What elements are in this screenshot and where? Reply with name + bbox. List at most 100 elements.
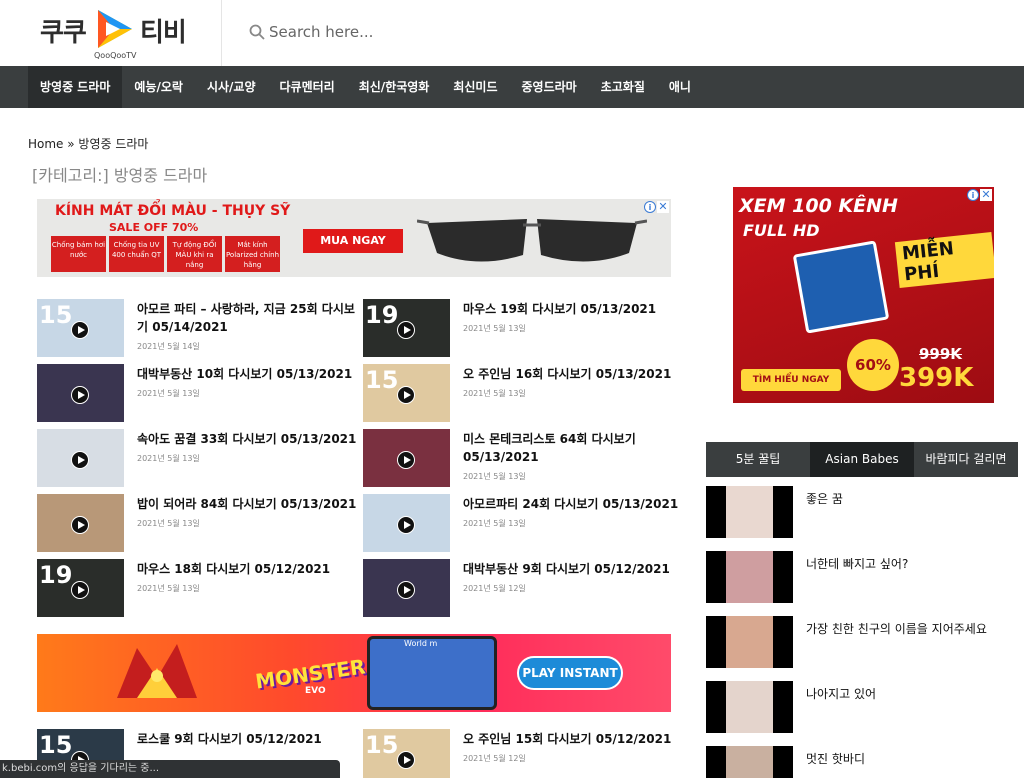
post-item[interactable]: 15 오 주인님 15회 다시보기 05/12/2021 2021년 5월 12… (363, 729, 683, 778)
post-item[interactable]: 15 오 주인님 16회 다시보기 05/13/2021 2021년 5월 13… (363, 364, 683, 432)
sidebar-photo (726, 486, 773, 538)
post-thumbnail: 19 (37, 559, 124, 617)
nav-item-chinese-drama[interactable]: 중영드라마 (510, 66, 589, 108)
play-icon (397, 581, 415, 599)
post-item[interactable]: 속아도 꿈결 33회 다시보기 05/13/2021 2021년 5월 13일 (37, 429, 357, 497)
post-title[interactable]: 마우스 18회 다시보기 05/12/2021 (137, 560, 357, 578)
ad-glasses-sale: SALE OFF 70% (109, 221, 199, 234)
site-logo[interactable]: 쿠쿠 티비 QooQooTV (0, 0, 222, 66)
play-icon (397, 321, 415, 339)
nav-item-documentary[interactable]: 다큐멘터리 (268, 66, 347, 108)
thumbnail-badge: 15 (365, 366, 399, 394)
sidebar-item-title[interactable]: 가장 친한 친구의 이름을 지어주세요 (806, 620, 987, 637)
sidebar-item-title[interactable]: 너한테 빠지고 싶어? (806, 555, 908, 572)
logo-subtitle: QooQooTV (94, 51, 137, 60)
ad-banner-tv[interactable]: XEM 100 KÊNH FULL HD MIỄN PHÍ 60% 999K 3… (733, 187, 994, 403)
ad-glasses-feature: Chống bám hơi nước (51, 236, 106, 272)
tab-asian-babes[interactable]: Asian Babes (810, 442, 914, 477)
post-item[interactable]: 15 아모르 파티 – 사랑하라, 지금 25회 다시보기 05/14/2021… (37, 299, 357, 367)
post-item[interactable]: 대박부동산 9회 다시보기 05/12/2021 2021년 5월 12일 (363, 559, 683, 627)
ad-banner-glasses[interactable]: KÍNH MÁT ĐỔI MÀU - THỤY SỸ SALE OFF 70% … (37, 199, 671, 277)
post-item[interactable]: 대박부동산 10회 다시보기 05/13/2021 2021년 5월 13일 (37, 364, 357, 432)
play-icon (397, 751, 415, 769)
post-date: 2021년 5월 12일 (463, 584, 526, 593)
post-title[interactable]: 아모르파티 24회 다시보기 05/13/2021 (463, 495, 683, 513)
sidebar-thumbnail (706, 486, 793, 538)
post-date: 2021년 5월 13일 (463, 519, 526, 528)
post-date: 2021년 5월 13일 (463, 324, 526, 333)
logo-text-left: 쿠쿠 (40, 18, 87, 48)
logo-text-right: 티비 (140, 18, 187, 48)
nav-item-variety[interactable]: 예능/오락 (122, 66, 195, 108)
sidebar-item-title[interactable]: 멋진 핫바디 (806, 750, 865, 767)
breadcrumb-home[interactable]: Home (28, 137, 63, 151)
post-date: 2021년 5월 13일 (137, 454, 200, 463)
post-title[interactable]: 대박부동산 9회 다시보기 05/12/2021 (463, 560, 683, 578)
nav-item-us-drama[interactable]: 최신미드 (441, 66, 509, 108)
nav-item-current-affairs[interactable]: 시사/교양 (195, 66, 268, 108)
post-date: 2021년 5월 12일 (463, 754, 526, 763)
post-item[interactable]: 미스 몬테크리스토 64회 다시보기 05/13/2021 2021년 5월 1… (363, 429, 683, 497)
post-item[interactable]: 아모르파티 24회 다시보기 05/13/2021 2021년 5월 13일 (363, 494, 683, 562)
post-title[interactable]: 로스쿨 9회 다시보기 05/12/2021 (137, 730, 357, 748)
ad-tv-learn-more-button[interactable]: TÌM HIỂU NGAY (741, 369, 841, 391)
post-item[interactable]: 19 마우스 19회 다시보기 05/13/2021 2021년 5월 13일 (363, 299, 683, 367)
nav-item-anime[interactable]: 애니 (657, 66, 703, 108)
ad-tv-line1: XEM 100 KÊNH (739, 195, 898, 217)
post-item[interactable]: 19 마우스 18회 다시보기 05/12/2021 2021년 5월 13일 (37, 559, 357, 627)
sidebar-item-title[interactable]: 좋은 꿈 (806, 490, 843, 507)
thumbnail-badge: 19 (365, 301, 399, 329)
sidebar-list-item[interactable]: 좋은 꿈 (706, 486, 1006, 538)
post-title[interactable]: 밥이 되어라 84회 다시보기 05/13/2021 (137, 495, 357, 513)
post-title[interactable]: 미스 몬테크리스토 64회 다시보기 05/13/2021 (463, 430, 683, 466)
ad-glasses-features: Chống bám hơi nước Chống tia UV 400 chuẩ… (51, 236, 280, 272)
play-icon (397, 516, 415, 534)
ad-tv-free: MIỄN PHÍ (894, 232, 994, 288)
ad-info-icon[interactable]: i (644, 201, 656, 213)
ad-info-icon[interactable]: i (967, 189, 979, 201)
search-input[interactable] (269, 16, 769, 48)
nav-item-airing-drama[interactable]: 방영중 드라마 (28, 66, 123, 108)
ad-monster-play-button[interactable]: PLAY INSTANT (517, 656, 623, 690)
post-title[interactable]: 속아도 꿈결 33회 다시보기 05/13/2021 (137, 430, 357, 448)
post-title[interactable]: 오 주인님 15회 다시보기 05/12/2021 (463, 730, 683, 748)
play-icon (397, 386, 415, 404)
sidebar-list-item[interactable]: 너한테 빠지고 싶어? (706, 551, 1006, 603)
sidebar-photo (726, 681, 773, 733)
category-title: [카테고리:] 방영중 드라마 (32, 166, 208, 185)
ad-monster-phone-label: World m (404, 639, 438, 648)
tab-cheating[interactable]: 바람피다 걸리면 (914, 442, 1018, 477)
ad-monster-phone: World m (367, 636, 497, 710)
ad-tv-discount: 60% (847, 339, 899, 391)
post-title[interactable]: 아모르 파티 – 사랑하라, 지금 25회 다시보기 05/14/2021 (137, 300, 357, 336)
sidebar-photo (726, 551, 773, 603)
ad-banner-monster-evo[interactable]: MONSTER EVO World m PLAY INSTANT (37, 634, 671, 712)
play-icon (71, 386, 89, 404)
ad-close-icon[interactable]: ✕ (980, 189, 992, 201)
search-icon[interactable] (249, 24, 265, 40)
post-title[interactable]: 대박부동산 10회 다시보기 05/13/2021 (137, 365, 357, 383)
sidebar-list-item[interactable]: 가장 친한 친구의 이름을 지어주세요 (706, 616, 1006, 668)
ad-glasses-buy-button[interactable]: MUA NGAY (303, 229, 403, 253)
play-icon (71, 581, 89, 599)
sidebar-list-item[interactable]: 멋진 핫바디 (706, 746, 1006, 778)
post-date: 2021년 5월 13일 (463, 389, 526, 398)
nav-item-uhd[interactable]: 초고화질 (589, 66, 657, 108)
sidebar-item-title[interactable]: 나아지고 있어 (806, 685, 876, 702)
ad-tv-new-price: 399K (899, 363, 974, 393)
tab-tips[interactable]: 5분 꿀팁 (706, 442, 810, 477)
sidebar-list-item[interactable]: 나아지고 있어 (706, 681, 1006, 733)
post-thumbnail (37, 494, 124, 552)
post-thumbnail: 15 (37, 299, 124, 357)
post-date: 2021년 5월 13일 (137, 584, 200, 593)
post-item[interactable]: 밥이 되어라 84회 다시보기 05/13/2021 2021년 5월 13일 (37, 494, 357, 562)
post-title[interactable]: 마우스 19회 다시보기 05/13/2021 (463, 300, 683, 318)
monster-character-icon (117, 644, 197, 698)
page: 쿠쿠 티비 QooQooTV 방영중 드라마 예능/오락 시사/교양 다큐멘터리… (0, 0, 1024, 778)
tv-antenna-icon (792, 240, 890, 334)
post-title[interactable]: 오 주인님 16회 다시보기 05/13/2021 (463, 365, 683, 383)
ad-close-icon[interactable]: ✕ (657, 201, 669, 213)
search-bar (223, 0, 1024, 66)
main-nav: 방영중 드라마 예능/오락 시사/교양 다큐멘터리 최신/한국영화 최신미드 중… (0, 66, 1024, 108)
nav-item-korean-movies[interactable]: 최신/한국영화 (347, 66, 442, 108)
